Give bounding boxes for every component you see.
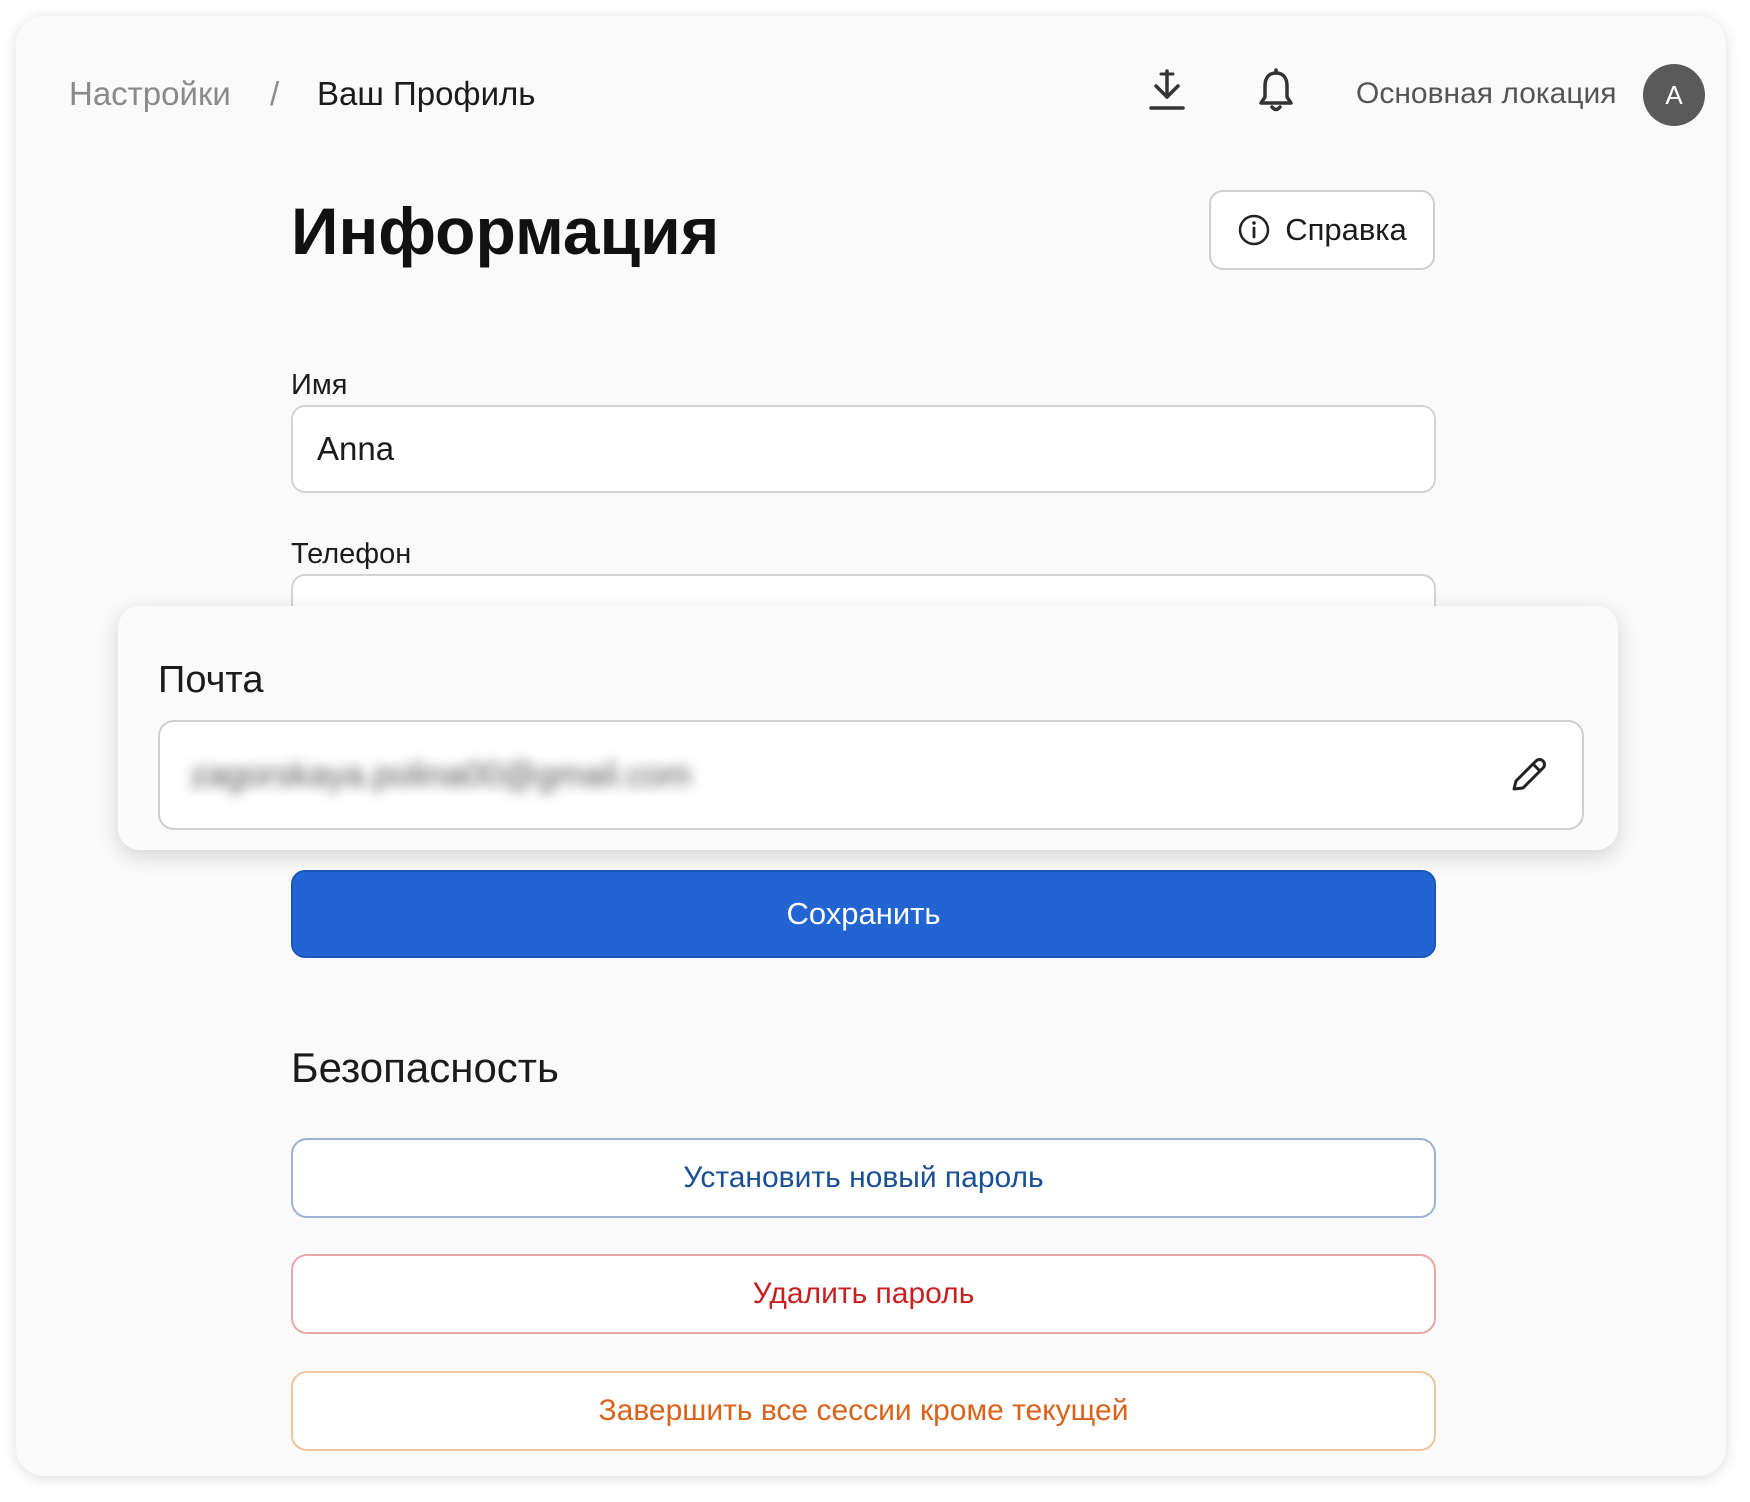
download-icon[interactable] [1145,66,1189,114]
name-label: Имя [291,369,348,401]
email-label: Почта [158,659,264,701]
info-icon [1238,214,1270,246]
end-sessions-button[interactable]: Завершить все сессии кроме текущей [291,1371,1436,1451]
breadcrumb-current: Ваш Профиль [317,75,536,112]
page-title: Информация [291,194,720,268]
help-button-label: Справка [1285,212,1407,247]
breadcrumb-settings[interactable]: Настройки [69,75,231,113]
email-value: zagorskaya.polina00@gmail.com [190,755,692,794]
email-card: Почта zagorskaya.polina00@gmail.com [118,606,1618,850]
bell-icon[interactable] [1253,66,1299,116]
location-selector[interactable]: Основная локация [1356,77,1617,111]
email-field[interactable]: zagorskaya.polina00@gmail.com [158,720,1584,830]
pencil-icon[interactable] [1504,751,1552,799]
delete-password-button[interactable]: Удалить пароль [291,1254,1436,1334]
help-button[interactable]: Справка [1209,190,1435,270]
name-field[interactable]: Anna [291,405,1436,493]
breadcrumb-separator: / [270,75,280,112]
avatar[interactable]: A [1643,64,1705,126]
security-title: Безопасность [291,1044,559,1091]
set-new-password-button[interactable]: Установить новый пароль [291,1138,1436,1218]
phone-label: Телефон [291,538,412,570]
save-button[interactable]: Сохранить [291,870,1436,958]
profile-window: Настройки / Ваш Профиль Основная локация… [16,16,1726,1476]
